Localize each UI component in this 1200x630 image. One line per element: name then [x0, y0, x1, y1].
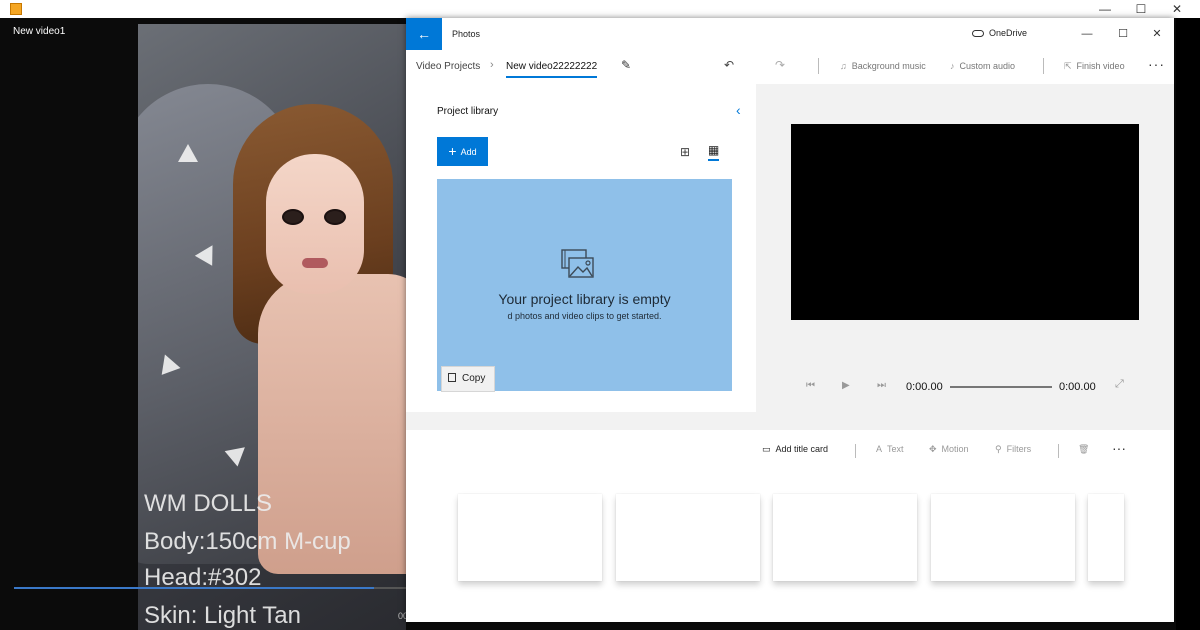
- project-library-panel: Project library ‹ + Add ⊞ ▦ Your project …: [406, 84, 756, 412]
- photos-close-button[interactable]: ✕: [1140, 18, 1174, 50]
- storyboard-more-button[interactable]: ···: [1112, 440, 1126, 456]
- storyboard-card-slot[interactable]: [458, 494, 602, 581]
- copy-label: Copy: [462, 373, 486, 384]
- delete-trash-icon[interactable]: 🗑: [1078, 444, 1089, 455]
- filters-button[interactable]: ⚲ Filters: [995, 444, 1031, 455]
- add-title-card-button[interactable]: ▭ Add title card: [762, 444, 828, 455]
- media-player-app-icon: [10, 3, 22, 15]
- preview-scrubber[interactable]: [950, 386, 1052, 388]
- storyboard-card-slot[interactable]: [773, 494, 917, 581]
- toolbar-more-button[interactable]: ···: [1148, 56, 1165, 72]
- app-title: Photos: [452, 29, 481, 39]
- background-music-label: Background music: [851, 61, 926, 71]
- text-icon: A: [876, 444, 883, 454]
- motion-button[interactable]: ✥ Motion: [929, 444, 969, 455]
- next-frame-icon[interactable]: ⏭: [877, 380, 886, 391]
- video-preview[interactable]: [791, 124, 1139, 320]
- outer-close-button[interactable]: ✕: [1162, 0, 1192, 18]
- empty-library-subtitle: d photos and video clips to get started.: [507, 311, 662, 321]
- motion-label: Motion: [941, 444, 969, 454]
- large-grid-view-icon[interactable]: ⊞: [680, 145, 690, 159]
- media-library-icon: [561, 249, 594, 278]
- video-title: New video1: [13, 26, 66, 37]
- video-frame[interactable]: WM DOLLS Body:150cm M-cup Head:#302 Skin…: [138, 24, 406, 630]
- storyboard-card-slot[interactable]: [931, 494, 1075, 581]
- seek-bar-progress[interactable]: [14, 587, 374, 589]
- outer-window-edge: [1176, 18, 1200, 630]
- outer-maximize-button[interactable]: ☐: [1126, 0, 1156, 18]
- storyboard-card-slot[interactable]: [1088, 494, 1124, 581]
- text-button[interactable]: A Text: [876, 444, 904, 454]
- outer-minimize-button[interactable]: —: [1090, 0, 1120, 18]
- storyboard-panel: ▭ Add title card A Text ✥ Motion ⚲ Filters 🗑…: [406, 430, 1174, 622]
- pattern-triangle: [178, 144, 198, 162]
- motion-icon: ✥: [929, 444, 937, 454]
- copy-tooltip[interactable]: Copy: [441, 366, 495, 392]
- fullscreen-icon[interactable]: ⤢: [1115, 378, 1124, 391]
- photos-toolbar: Video Projects › New video22222222 ✎ ↶ ↷…: [406, 50, 1174, 84]
- undo-icon[interactable]: ↶: [724, 58, 734, 72]
- cloud-icon: [972, 30, 984, 38]
- finish-video-button[interactable]: ⇱ Finish video: [1064, 61, 1125, 72]
- previous-frame-icon[interactable]: ⏮: [806, 380, 815, 391]
- toolbar-divider: [818, 58, 819, 74]
- project-library-title: Project library: [437, 106, 499, 117]
- background-music-button[interactable]: ♫ Background music: [840, 61, 926, 71]
- onedrive-button[interactable]: OneDrive: [972, 28, 1027, 38]
- add-title-card-label: Add title card: [775, 444, 829, 454]
- custom-audio-label: Custom audio: [959, 61, 1016, 71]
- custom-audio-button[interactable]: ♪ Custom audio: [950, 61, 1015, 71]
- breadcrumb-video-projects[interactable]: Video Projects: [416, 61, 480, 72]
- breadcrumb-current-project[interactable]: New video22222222: [506, 61, 598, 78]
- collapse-library-chevron-icon[interactable]: ‹: [736, 102, 741, 118]
- current-time: 0:00.00: [906, 381, 943, 393]
- toolbar-divider: [1043, 58, 1044, 74]
- library-drop-zone[interactable]: Your project library is empty d photos a…: [437, 179, 732, 391]
- copy-icon: [448, 373, 456, 382]
- figure-face: [266, 154, 364, 294]
- total-time: 0:00.00: [1059, 381, 1096, 393]
- text-label: Text: [887, 444, 904, 454]
- onedrive-label: OneDrive: [989, 28, 1028, 38]
- finish-video-label: Finish video: [1076, 61, 1125, 71]
- music-note-icon: ♫: [840, 61, 847, 71]
- filters-icon: ⚲: [995, 444, 1002, 454]
- add-media-button[interactable]: + Add: [437, 137, 488, 166]
- overlay-line: Body:150cm M-cup: [144, 528, 351, 555]
- photos-titlebar: ← Photos OneDrive — ☐ ✕: [406, 18, 1174, 50]
- photos-window: ← Photos OneDrive — ☐ ✕ Video Projects ›…: [406, 18, 1174, 622]
- export-icon: ⇱: [1064, 61, 1072, 71]
- project-name: New video22222222: [506, 61, 598, 78]
- add-label: Add: [460, 147, 477, 157]
- redo-icon[interactable]: ↷: [775, 58, 785, 72]
- figure-eye: [282, 209, 304, 225]
- outer-titlebar: — ☐ ✕: [0, 0, 1200, 18]
- overlay-line: Skin: Light Tan: [144, 602, 301, 629]
- storyboard-card-slot[interactable]: [616, 494, 760, 581]
- title-card-icon: ▭: [762, 444, 771, 454]
- overlay-line: WM DOLLS: [144, 490, 273, 517]
- figure-eye: [324, 209, 346, 225]
- figure-lips: [302, 258, 328, 268]
- filters-label: Filters: [1006, 444, 1032, 454]
- back-button[interactable]: ←: [406, 18, 442, 50]
- empty-library-title: Your project library is empty: [498, 291, 671, 307]
- storyboard-divider: [855, 444, 856, 458]
- photos-maximize-button[interactable]: ☐: [1106, 18, 1140, 50]
- seek-bar-remaining[interactable]: [374, 587, 406, 589]
- photos-minimize-button[interactable]: —: [1070, 18, 1104, 50]
- plus-icon: +: [448, 143, 457, 159]
- rename-pencil-icon[interactable]: ✎: [621, 58, 631, 72]
- small-grid-view-icon[interactable]: ▦: [708, 143, 720, 161]
- storyboard-divider: [1058, 444, 1059, 458]
- person-audio-icon: ♪: [950, 61, 955, 71]
- breadcrumb-separator: ›: [490, 59, 494, 71]
- play-icon[interactable]: ▶: [842, 380, 850, 391]
